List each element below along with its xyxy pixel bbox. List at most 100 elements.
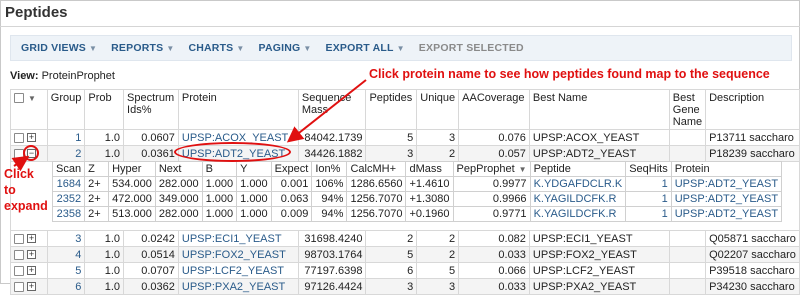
column-header-calcmh[interactable]: CalcMH+ xyxy=(346,161,407,177)
column-header-best-gene-name[interactable]: Best Gene Name xyxy=(668,89,707,130)
column-header-peptide[interactable]: Peptide xyxy=(529,161,627,177)
protein-link[interactable]: UPSP:LCF2_YEAST xyxy=(182,265,284,277)
detail-row: 2352 2+ 472.000 349.000 1.000 1.000 0.06… xyxy=(51,191,783,207)
reports-button[interactable]: REPORTS ▼ xyxy=(111,42,174,54)
detail-row: 1684 2+ 534.000 282.000 1.000 1.000 0.00… xyxy=(51,176,783,192)
highlight-ellipse-protein xyxy=(174,142,291,162)
expand-plus-icon[interactable]: + xyxy=(27,266,36,276)
column-header-aacoverage[interactable]: AACoverage xyxy=(458,89,530,130)
column-header-scan[interactable]: Scan xyxy=(51,161,86,177)
protein-link[interactable]: UPSP:ECI1_YEAST xyxy=(182,233,282,245)
protein-link[interactable]: UPSP:ADT2_YEAST xyxy=(675,178,778,190)
row-checkbox[interactable] xyxy=(14,265,24,276)
pepprophet-cell: 0.9966 xyxy=(452,191,531,207)
view-name: ProteinProphet xyxy=(41,70,115,82)
dmass-cell: +1.4610 xyxy=(405,176,454,192)
hyper-cell: 534.000 xyxy=(108,176,156,192)
chevron-down-icon: ▼ xyxy=(396,43,405,53)
column-header-pepprophet[interactable]: PepProphet ▼ xyxy=(452,161,531,177)
description-cell: Q02207 saccharo xyxy=(705,246,800,263)
row-checkbox[interactable] xyxy=(14,132,24,143)
prob-cell: 1.0 xyxy=(84,278,125,295)
unique-cell: 5 xyxy=(416,262,460,279)
table-row: + 1 1.0 0.0607 UPSP:ACOX_YEAST 84042.173… xyxy=(10,129,800,146)
spectrum-ids-cell: 0.0362 xyxy=(123,278,179,295)
column-header-description[interactable]: Description xyxy=(705,89,800,130)
export-all-button[interactable]: EXPORT ALL ▼ xyxy=(325,42,404,54)
chevron-down-icon: ▼ xyxy=(236,43,245,53)
next-cell: 282.000 xyxy=(154,176,203,192)
row-checkbox[interactable] xyxy=(14,249,24,260)
best-name-cell: UPSP:PXA2_YEAST xyxy=(528,278,670,295)
spectrum-ids-cell: 0.0242 xyxy=(123,230,179,247)
select-all-header[interactable]: ▼ xyxy=(10,89,48,130)
prob-cell: 1.0 xyxy=(84,262,125,279)
group-link[interactable]: 5 xyxy=(75,265,81,277)
seqhits-link[interactable]: 1 xyxy=(662,193,668,205)
paging-button[interactable]: PAGING ▼ xyxy=(259,42,312,54)
column-header-sequence-mass[interactable]: Sequence Mass xyxy=(297,89,367,130)
column-header-spectrum-ids[interactable]: Spectrum Ids% xyxy=(123,89,179,130)
protein-link[interactable]: UPSP:ADT2_YEAST xyxy=(675,193,778,205)
column-header-seqhits[interactable]: SeqHits xyxy=(625,161,672,177)
grid-toolbar: GRID VIEWS ▼ REPORTS ▼ CHARTS ▼ PAGING ▼ EXP… xyxy=(10,35,792,61)
chevron-down-icon[interactable]: ▼ xyxy=(28,94,36,103)
group-link[interactable]: 2 xyxy=(75,148,81,160)
expand-plus-icon[interactable]: + xyxy=(27,282,36,292)
column-header-best-name[interactable]: Best Name xyxy=(528,89,670,130)
expand-plus-icon[interactable]: + xyxy=(27,234,36,244)
prob-cell: 1.0 xyxy=(84,230,125,247)
sequence-mass-cell: 77197.6398 xyxy=(297,262,367,279)
column-header-b[interactable]: B xyxy=(201,161,238,177)
row-controls: + xyxy=(10,129,48,146)
detail-header-row: Scan Z Hyper Next B Y Expect Ion% CalcMH… xyxy=(51,161,783,177)
scan-link[interactable]: 1684 xyxy=(57,178,81,190)
unique-cell: 3 xyxy=(416,278,460,295)
chevron-down-icon: ▼ xyxy=(303,43,312,53)
column-header-protein[interactable]: Protein xyxy=(670,161,783,177)
column-header-dmass[interactable]: dMass xyxy=(405,161,454,177)
group-link[interactable]: 6 xyxy=(75,281,81,293)
expect-cell: 0.001 xyxy=(270,176,313,192)
column-header-y[interactable]: Y xyxy=(236,161,272,177)
peptide-link[interactable]: K.YAGILDCFK.R xyxy=(534,208,617,220)
chevron-down-icon: ▼ xyxy=(166,43,175,53)
column-header-protein[interactable]: Protein xyxy=(177,89,299,130)
protein-link[interactable]: UPSP:ADT2_YEAST xyxy=(675,208,778,220)
column-header-ion[interactable]: Ion% xyxy=(311,161,348,177)
column-header-expect[interactable]: Expect xyxy=(270,161,313,177)
peptide-link[interactable]: K.YAGILDCFK.R xyxy=(534,193,617,205)
ion-cell: 94% xyxy=(311,206,348,222)
column-header-z[interactable]: Z xyxy=(84,161,110,177)
column-header-prob[interactable]: Prob xyxy=(84,89,125,130)
charts-button[interactable]: CHARTS ▼ xyxy=(188,42,244,54)
scan-link[interactable]: 2358 xyxy=(57,208,81,220)
protein-link[interactable]: UPSP:FOX2_YEAST xyxy=(182,249,286,261)
annotation-expand-hint: Click to expand xyxy=(4,167,48,213)
row-checkbox[interactable] xyxy=(14,233,24,244)
aacoverage-cell: 0.033 xyxy=(458,246,530,263)
group-link[interactable]: 3 xyxy=(75,233,81,245)
seqhits-link[interactable]: 1 xyxy=(662,178,668,190)
column-header-group[interactable]: Group xyxy=(46,89,86,130)
ion-cell: 94% xyxy=(311,191,348,207)
best-name-cell: UPSP:FOX2_YEAST xyxy=(528,246,670,263)
grid-header-row: ▼ Group Prob Spectrum Ids% Protein Seque… xyxy=(10,89,800,130)
group-link[interactable]: 4 xyxy=(75,249,81,261)
select-all-checkbox[interactable] xyxy=(14,93,24,104)
peptide-link[interactable]: K.YDGAFDCLR.K xyxy=(534,178,623,190)
aacoverage-cell: 0.076 xyxy=(458,129,530,146)
column-header-next[interactable]: Next xyxy=(154,161,203,177)
row-controls: + xyxy=(10,278,48,295)
column-header-hyper[interactable]: Hyper xyxy=(108,161,156,177)
column-header-peptides[interactable]: Peptides xyxy=(365,89,418,130)
protein-link[interactable]: UPSP:PXA2_YEAST xyxy=(182,281,285,293)
column-header-unique[interactable]: Unique xyxy=(416,89,460,130)
expand-plus-icon[interactable]: + xyxy=(27,133,36,143)
row-checkbox[interactable] xyxy=(14,281,24,292)
expand-plus-icon[interactable]: + xyxy=(27,250,36,260)
seqhits-link[interactable]: 1 xyxy=(662,208,668,220)
scan-link[interactable]: 2352 xyxy=(57,193,81,205)
grid-views-button[interactable]: GRID VIEWS ▼ xyxy=(21,42,97,54)
group-link[interactable]: 1 xyxy=(75,132,81,144)
